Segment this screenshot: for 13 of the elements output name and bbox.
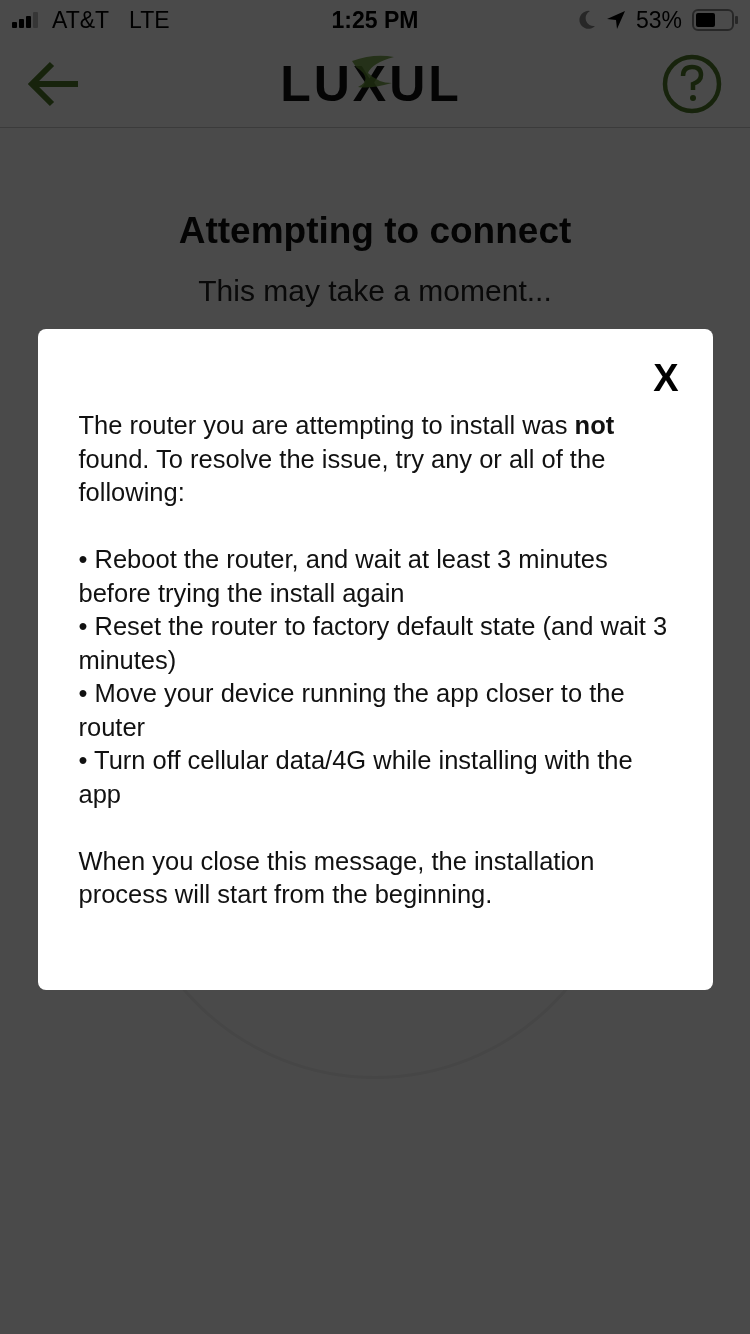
tip-item: • Turn off cellular data/4G while installing with the app: [78, 745, 634, 810]
tip-item: • Move your device running the app closer to the router: [78, 678, 626, 743]
tip-item: • Reboot the router, and wait at least 3 minutes before trying the install again: [78, 544, 609, 609]
battery-percent: 53%: [635, 6, 682, 34]
network-label: LTE: [129, 6, 170, 34]
carrier-label: AT&T: [52, 6, 110, 34]
close-button[interactable]: X: [647, 359, 685, 397]
tip-item: • Reset the router to factory default state (and wait 3 minutes): [78, 611, 669, 676]
dialog-footer-text: When you close this message, the installation process will start from the beginning.: [78, 845, 596, 910]
page-title: Attempting to connect: [178, 210, 572, 252]
dialog-message: The router you are attempting to install was not found. To resolve the issue, try any or all of the following:: [78, 410, 616, 508]
page-subtitle: This may take a moment...: [198, 274, 552, 308]
status-time: 1:25 PM: [331, 6, 419, 34]
